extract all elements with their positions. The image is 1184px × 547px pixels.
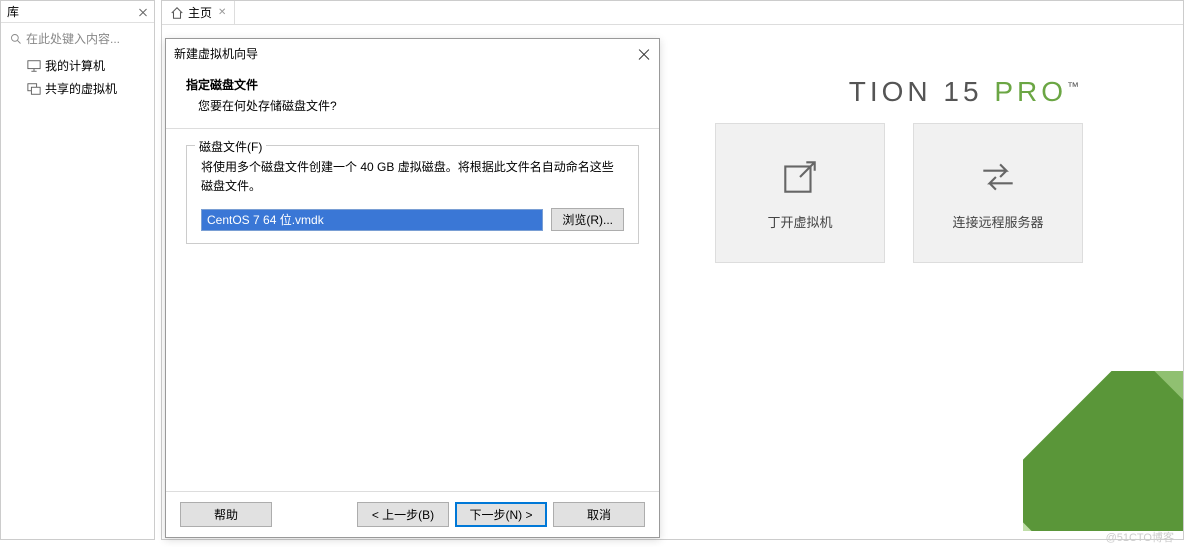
sidebar-title: 库 [7, 3, 19, 20]
search-input[interactable]: 在此处键入内容... [3, 25, 152, 52]
tree-item-label: 共享的虚拟机 [45, 80, 117, 97]
close-icon[interactable] [637, 47, 651, 61]
browse-button[interactable]: 浏览(R)... [551, 208, 624, 231]
cancel-button[interactable]: 取消 [553, 502, 645, 527]
dialog-subheading: 您要在何处存储磁盘文件? [198, 97, 639, 114]
search-icon [10, 33, 22, 45]
home-icon [170, 6, 184, 20]
tile-label: 连接远程服务器 [952, 212, 1043, 231]
action-tiles: 丁开虚拟机 连接远程服务器 [715, 123, 1083, 263]
fieldset-legend: 磁盘文件(F) [195, 138, 266, 155]
dialog-heading: 指定磁盘文件 [186, 76, 639, 93]
dialog-header: 指定磁盘文件 您要在何处存储磁盘文件? [166, 68, 659, 129]
sidebar-item-shared-vm[interactable]: 共享的虚拟机 [1, 77, 154, 100]
tile-open-vm[interactable]: 丁开虚拟机 [715, 123, 885, 263]
dialog-body: 磁盘文件(F) 将使用多个磁盘文件创建一个 40 GB 虚拟磁盘。将根据此文件名… [166, 129, 659, 260]
corner-decoration [1023, 371, 1183, 531]
search-placeholder: 在此处键入内容... [26, 30, 120, 47]
help-button[interactable]: 帮助 [180, 502, 272, 527]
monitor-icon [27, 59, 41, 73]
dialog-title: 新建虚拟机向导 [174, 45, 258, 62]
tab-bar: 主页 ✕ [162, 1, 1183, 25]
shared-icon [27, 82, 41, 96]
sidebar-item-my-computer[interactable]: 我的计算机 [1, 54, 154, 77]
tab-home[interactable]: 主页 ✕ [162, 1, 235, 24]
tile-connect-remote[interactable]: 连接远程服务器 [913, 123, 1083, 263]
disk-file-input[interactable] [201, 209, 543, 231]
brand-title: TION 15 PRO™ [849, 76, 1083, 108]
file-row: 浏览(R)... [201, 208, 624, 231]
brand-suffix: TION 15 [849, 76, 995, 107]
dialog-titlebar[interactable]: 新建虚拟机向导 [166, 39, 659, 68]
back-button[interactable]: < 上一步(B) [357, 502, 449, 527]
disk-file-fieldset: 磁盘文件(F) 将使用多个磁盘文件创建一个 40 GB 虚拟磁盘。将根据此文件名… [186, 145, 639, 244]
close-icon[interactable] [138, 7, 148, 17]
open-icon [779, 156, 821, 198]
trademark-icon: ™ [1067, 80, 1083, 94]
tab-label: 主页 [188, 4, 212, 21]
connect-icon [977, 156, 1019, 198]
brand-pro: PRO [994, 76, 1067, 107]
sidebar-header: 库 [1, 1, 154, 23]
next-button[interactable]: 下一步(N) > [455, 502, 547, 527]
watermark: @51CTO博客 [1106, 529, 1174, 545]
sidebar-panel: 库 在此处键入内容... 我的计算机 共享的虚拟机 [0, 0, 155, 540]
fieldset-description: 将使用多个磁盘文件创建一个 40 GB 虚拟磁盘。将根据此文件名自动命名这些磁盘… [201, 158, 624, 196]
tree-item-label: 我的计算机 [45, 57, 105, 74]
new-vm-wizard-dialog: 新建虚拟机向导 指定磁盘文件 您要在何处存储磁盘文件? 磁盘文件(F) 将使用多… [165, 38, 660, 538]
tile-label: 丁开虚拟机 [767, 212, 832, 231]
close-icon[interactable]: ✕ [218, 7, 226, 18]
dialog-footer: 帮助 < 上一步(B) 下一步(N) > 取消 [166, 491, 659, 537]
